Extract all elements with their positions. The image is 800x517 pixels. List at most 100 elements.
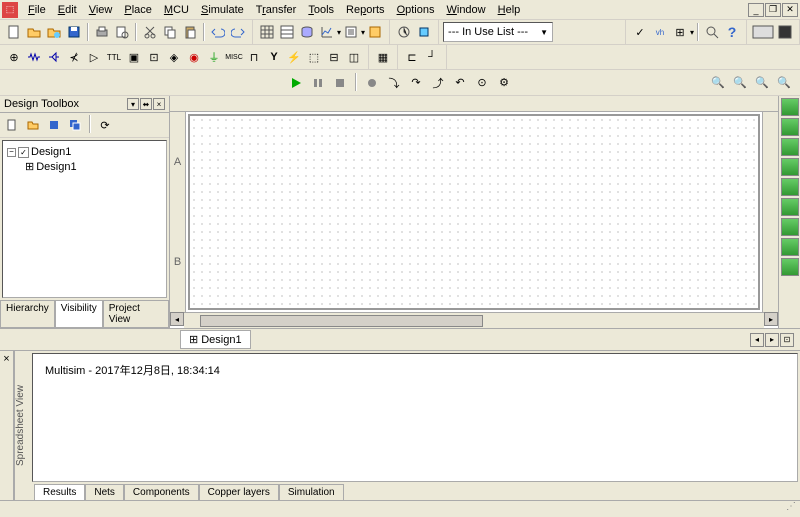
- toggle-grid-icon[interactable]: [257, 22, 277, 42]
- step-into-icon[interactable]: ⤵: [384, 73, 404, 93]
- spreadsheet-close-icon[interactable]: ×: [0, 351, 14, 500]
- power-icon[interactable]: ⏚: [204, 47, 224, 67]
- tab-copper-layers[interactable]: Copper layers: [199, 484, 279, 500]
- cmos-icon[interactable]: ▣: [124, 47, 144, 67]
- zoom-area-icon[interactable]: 🔍: [752, 73, 772, 93]
- cut-icon[interactable]: [140, 22, 160, 42]
- analog-icon[interactable]: ▷: [84, 47, 104, 67]
- minimize-button[interactable]: _: [748, 3, 764, 17]
- tree-collapse-icon[interactable]: −: [7, 148, 16, 157]
- step-over-icon[interactable]: ↷: [406, 73, 426, 93]
- tab-results[interactable]: Results: [34, 484, 85, 500]
- vhdl-icon[interactable]: vh: [650, 22, 670, 42]
- resistor-icon[interactable]: [24, 47, 44, 67]
- multimeter-icon[interactable]: [751, 22, 775, 42]
- menu-view[interactable]: View: [83, 2, 119, 18]
- scrollbar-horizontal[interactable]: [184, 312, 764, 328]
- instrument-9-icon[interactable]: [781, 258, 799, 276]
- paste-icon[interactable]: [180, 22, 200, 42]
- transistor-icon[interactable]: ⊀: [64, 47, 84, 67]
- tab-components[interactable]: Components: [124, 484, 199, 500]
- instrument-6-icon[interactable]: [781, 198, 799, 216]
- scroll-right-icon[interactable]: ▸: [764, 312, 778, 326]
- tab-menu-icon[interactable]: ⊡: [780, 333, 794, 347]
- redo-icon[interactable]: [228, 22, 248, 42]
- tab-prev-icon[interactable]: ◂: [750, 333, 764, 347]
- settings-icon[interactable]: ⚙: [494, 73, 514, 93]
- menu-simulate[interactable]: Simulate: [195, 2, 250, 18]
- doc-tab-design1[interactable]: ⊞ Design1: [180, 330, 251, 349]
- instrument-1-icon[interactable]: [781, 98, 799, 116]
- misc-digital-icon[interactable]: ⊡: [144, 47, 164, 67]
- rf-icon[interactable]: Y: [264, 47, 284, 67]
- scroll-left-icon[interactable]: ◂: [170, 312, 184, 326]
- print-icon[interactable]: [92, 22, 112, 42]
- check-icon[interactable]: ✓: [630, 22, 650, 42]
- menu-tools[interactable]: Tools: [302, 2, 340, 18]
- open-design-icon[interactable]: [23, 115, 43, 135]
- panel-close-icon[interactable]: ×: [153, 98, 165, 110]
- source-icon[interactable]: ⊕: [4, 47, 24, 67]
- part-wizard-icon[interactable]: [414, 22, 434, 42]
- menu-options[interactable]: Options: [391, 2, 441, 18]
- close-button[interactable]: ✕: [782, 3, 798, 17]
- pause-icon[interactable]: [308, 73, 328, 93]
- help-icon[interactable]: ?: [722, 22, 742, 42]
- save-design-icon[interactable]: [44, 115, 64, 135]
- instrument-8-icon[interactable]: [781, 238, 799, 256]
- menu-file[interactable]: FFileile: [22, 2, 52, 18]
- panel-unpin-icon[interactable]: ⬌: [140, 98, 152, 110]
- toggle-breakpoint-icon[interactable]: ⊙: [472, 73, 492, 93]
- menu-help[interactable]: Help: [492, 2, 527, 18]
- find-icon[interactable]: [702, 22, 722, 42]
- hierarchy-block-icon[interactable]: ▦: [373, 47, 393, 67]
- simulate-icon[interactable]: [394, 22, 414, 42]
- graph-icon[interactable]: [317, 22, 337, 42]
- new-design-icon[interactable]: [2, 115, 22, 135]
- tree-child[interactable]: ⊞ Design1: [25, 159, 162, 174]
- database-icon[interactable]: [297, 22, 317, 42]
- erc-icon[interactable]: [365, 22, 385, 42]
- tree-root[interactable]: − ✓ Design1: [7, 145, 162, 159]
- instrument-7-icon[interactable]: [781, 218, 799, 236]
- refresh-icon[interactable]: ⟳: [95, 115, 115, 135]
- zoom-in-icon[interactable]: 🔍: [708, 73, 728, 93]
- menu-place[interactable]: Place: [118, 2, 158, 18]
- instrument-4-icon[interactable]: [781, 158, 799, 176]
- menu-transfer[interactable]: Transfer: [250, 2, 303, 18]
- advanced-icon[interactable]: ⊓: [244, 47, 264, 67]
- zoom-out-icon[interactable]: 🔍: [730, 73, 750, 93]
- in-use-list-dropdown[interactable]: --- In Use List --- ▼: [443, 22, 553, 42]
- open-icon[interactable]: [24, 22, 44, 42]
- indicator-icon[interactable]: ◉: [184, 47, 204, 67]
- step-out-icon[interactable]: ⤴: [428, 73, 448, 93]
- menu-mcu[interactable]: MCU: [158, 2, 195, 18]
- save-all-icon[interactable]: [65, 115, 85, 135]
- print-preview-icon[interactable]: [112, 22, 132, 42]
- menu-edit[interactable]: Edit: [52, 2, 83, 18]
- instrument-2-icon[interactable]: [781, 118, 799, 136]
- menu-reports[interactable]: Reports: [340, 2, 391, 18]
- mixed-icon[interactable]: ◈: [164, 47, 184, 67]
- save-icon[interactable]: [64, 22, 84, 42]
- stop-icon[interactable]: [330, 73, 350, 93]
- ni-icon[interactable]: ⬚: [304, 47, 324, 67]
- mcu-icon[interactable]: ◫: [344, 47, 364, 67]
- spreadsheet-icon[interactable]: [277, 22, 297, 42]
- restore-button[interactable]: ❐: [765, 3, 781, 17]
- instrument-3-icon[interactable]: [781, 138, 799, 156]
- component-list-icon[interactable]: [341, 22, 361, 42]
- tab-next-icon[interactable]: ▸: [765, 333, 779, 347]
- new-icon[interactable]: [4, 22, 24, 42]
- menu-window[interactable]: Window: [440, 2, 491, 18]
- tab-visibility[interactable]: Visibility: [55, 301, 103, 328]
- electromech-icon[interactable]: ⚡: [284, 47, 304, 67]
- open-sample-icon[interactable]: [44, 22, 64, 42]
- breadboard-icon[interactable]: ⊞: [670, 22, 690, 42]
- copy-icon[interactable]: [160, 22, 180, 42]
- schematic-canvas[interactable]: [188, 114, 760, 310]
- tab-project-view[interactable]: Project View: [103, 301, 169, 328]
- design-tree[interactable]: − ✓ Design1 ⊞ Design1: [2, 140, 167, 298]
- run-icon[interactable]: [286, 73, 306, 93]
- scrollbar-thumb[interactable]: [200, 315, 483, 327]
